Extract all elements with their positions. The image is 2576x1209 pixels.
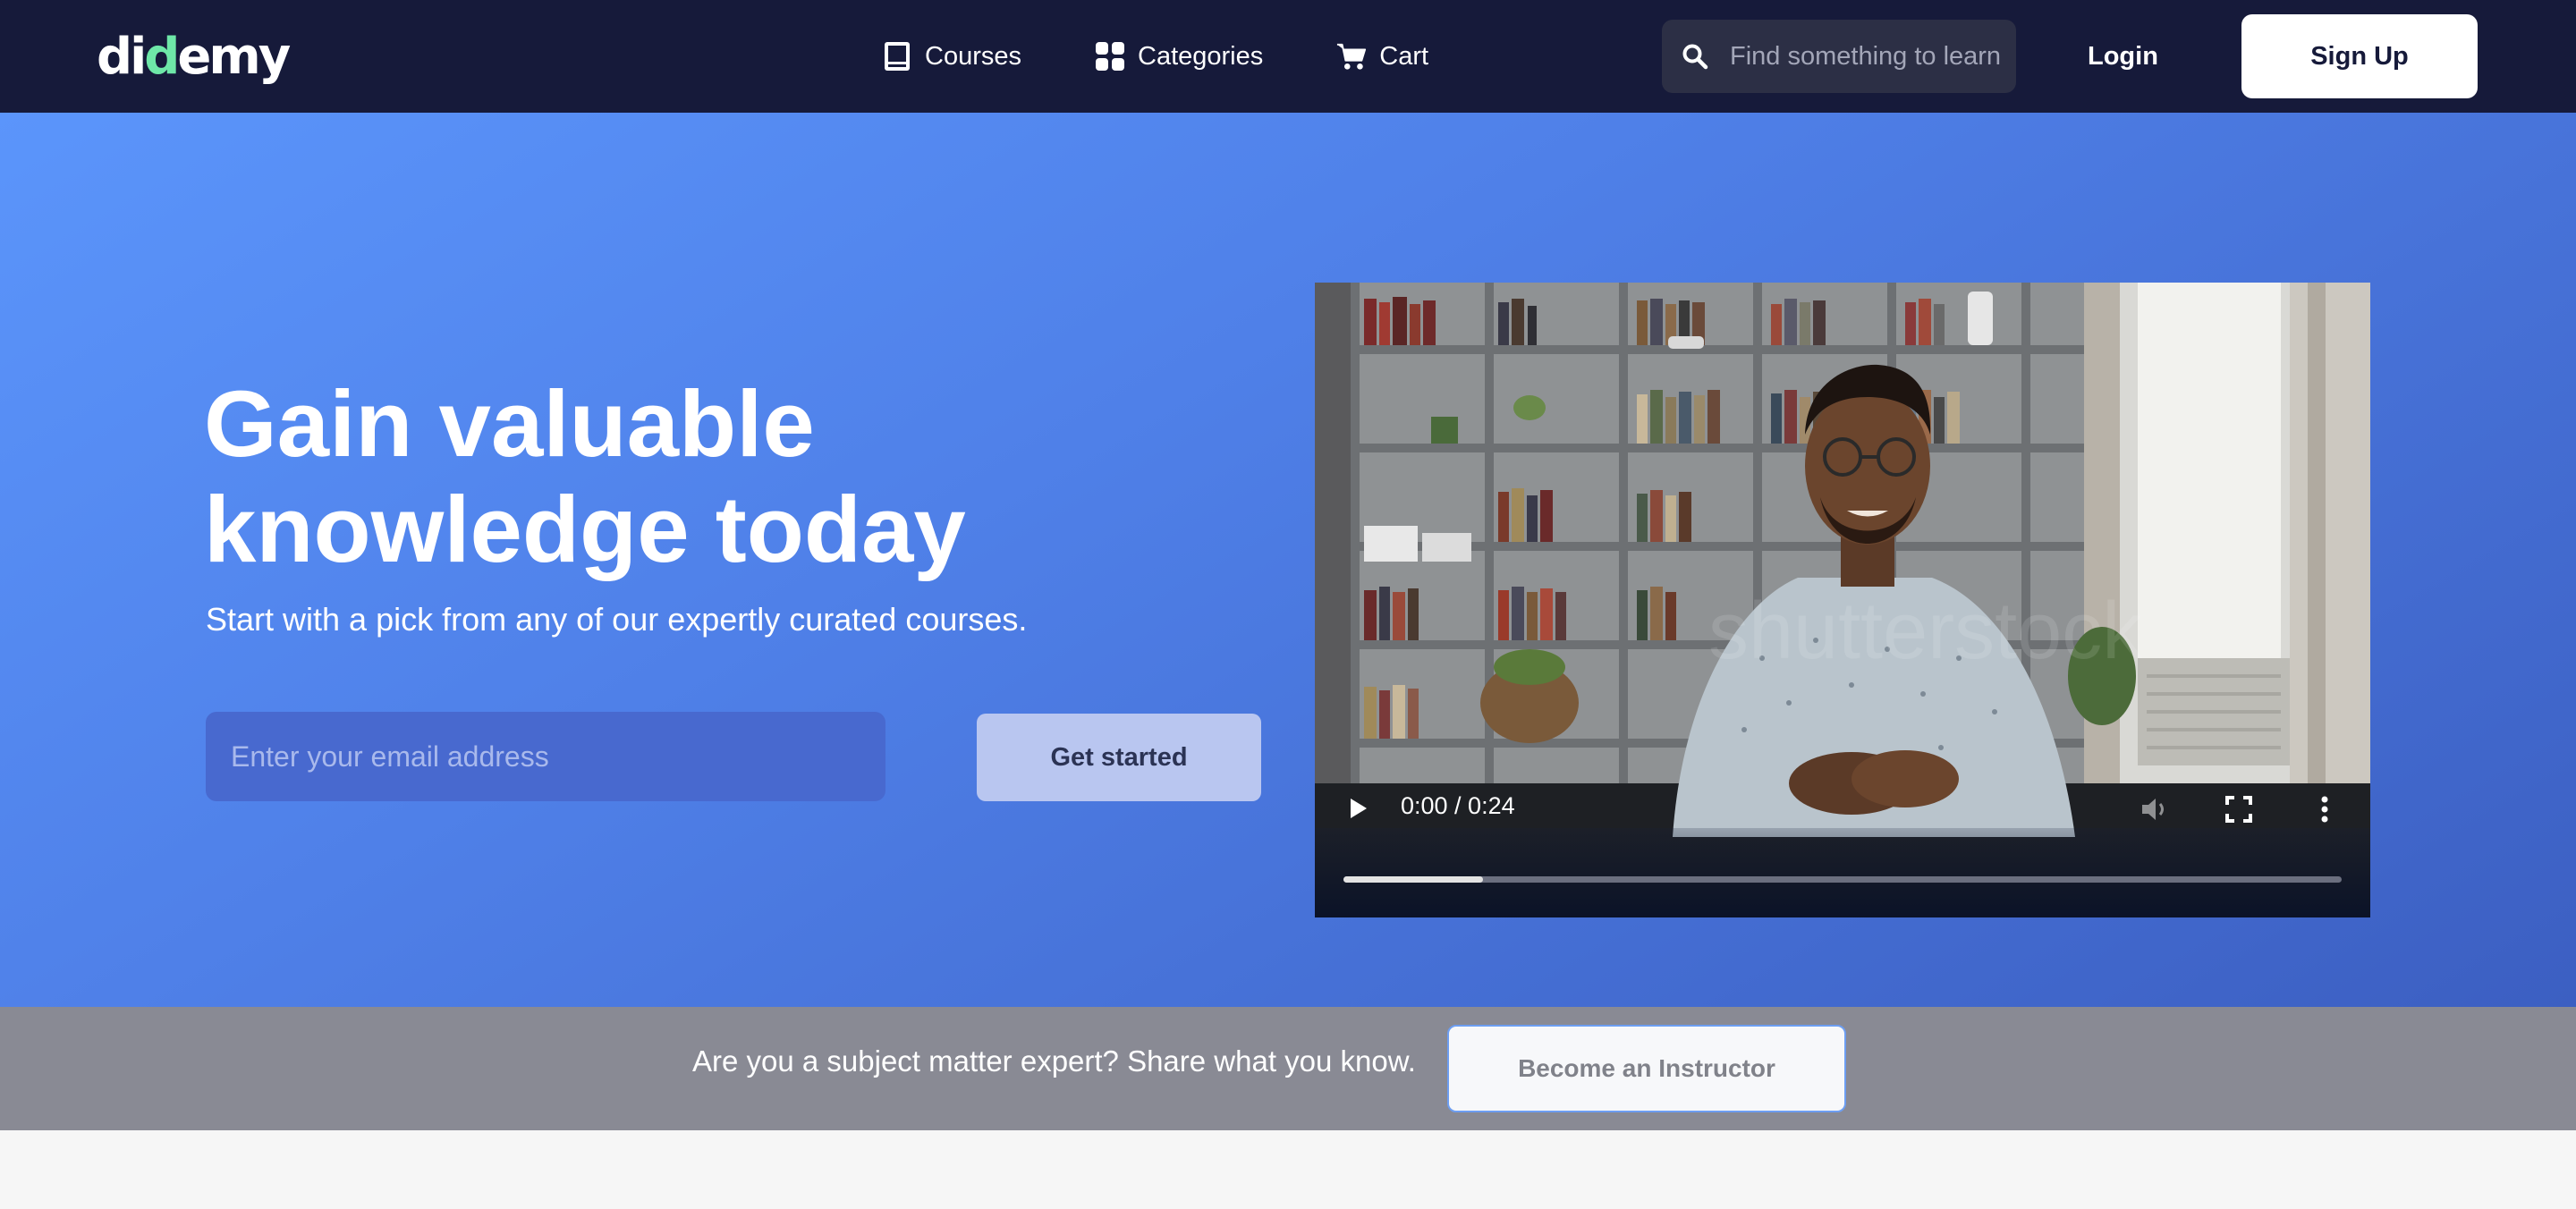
- nav-cart-label: Cart: [1379, 41, 1429, 71]
- search-box: [1662, 20, 2016, 93]
- page-content-area: [0, 1130, 2576, 1209]
- svg-text:shutterstock: shutterstock: [1708, 587, 2143, 676]
- video-time-display: 0:00 / 0:24: [1401, 792, 1515, 819]
- search-input[interactable]: [1730, 41, 2016, 72]
- email-input[interactable]: [206, 712, 886, 801]
- nav-courses-label: Courses: [925, 41, 1021, 71]
- didemy-logo[interactable]: di d emy: [97, 25, 291, 88]
- hero-section: Gain valuable knowledge today Start with…: [0, 113, 2576, 1007]
- more-options-icon[interactable]: [2309, 794, 2340, 824]
- logo-prefix: di: [97, 27, 147, 86]
- promo-video[interactable]: shutterstock 0:00 / 0:24: [1315, 283, 2370, 917]
- signup-button[interactable]: Sign Up: [2241, 14, 2478, 98]
- cart-icon: [1336, 41, 1367, 72]
- hero-subtitle: Start with a pick from any of our expert…: [206, 601, 1028, 638]
- nav-categories-label: Categories: [1138, 41, 1264, 71]
- login-link[interactable]: Login: [2088, 34, 2158, 79]
- top-navbar: didemy Courses Categories Cart Login Si: [0, 0, 2576, 113]
- video-controls-bar: [1315, 828, 2370, 917]
- become-instructor-button[interactable]: Become an Instructor: [1447, 1025, 1846, 1112]
- video-progress-buffered: [1343, 876, 1484, 883]
- instructor-banner: Are you a subject matter expert? Share w…: [0, 1007, 2576, 1130]
- video-frame: shutterstock: [1315, 283, 2370, 917]
- nav-courses[interactable]: Courses: [882, 41, 1021, 72]
- search-icon[interactable]: [1680, 41, 1710, 72]
- hero-title-line-1: Gain valuable: [204, 372, 815, 477]
- volume-icon[interactable]: [2140, 794, 2170, 824]
- main-nav: Courses Categories Cart: [882, 34, 1428, 79]
- hero-title: Gain valuable knowledge today: [204, 372, 1277, 582]
- book-icon: [882, 41, 912, 72]
- instructor-banner-text: Are you a subject matter expert? Share w…: [692, 1044, 1416, 1078]
- get-started-button[interactable]: Get started: [977, 714, 1261, 801]
- video-progress-bar[interactable]: [1343, 876, 2342, 883]
- logo-suffix: emy: [177, 27, 291, 86]
- grid-icon: [1095, 41, 1125, 72]
- play-icon[interactable]: [1345, 796, 1370, 821]
- logo-accent: d: [144, 27, 180, 86]
- fullscreen-icon[interactable]: [2224, 794, 2254, 824]
- nav-cart[interactable]: Cart: [1336, 41, 1428, 72]
- hero-title-line-2: knowledge today: [204, 477, 966, 582]
- nav-categories[interactable]: Categories: [1095, 41, 1263, 72]
